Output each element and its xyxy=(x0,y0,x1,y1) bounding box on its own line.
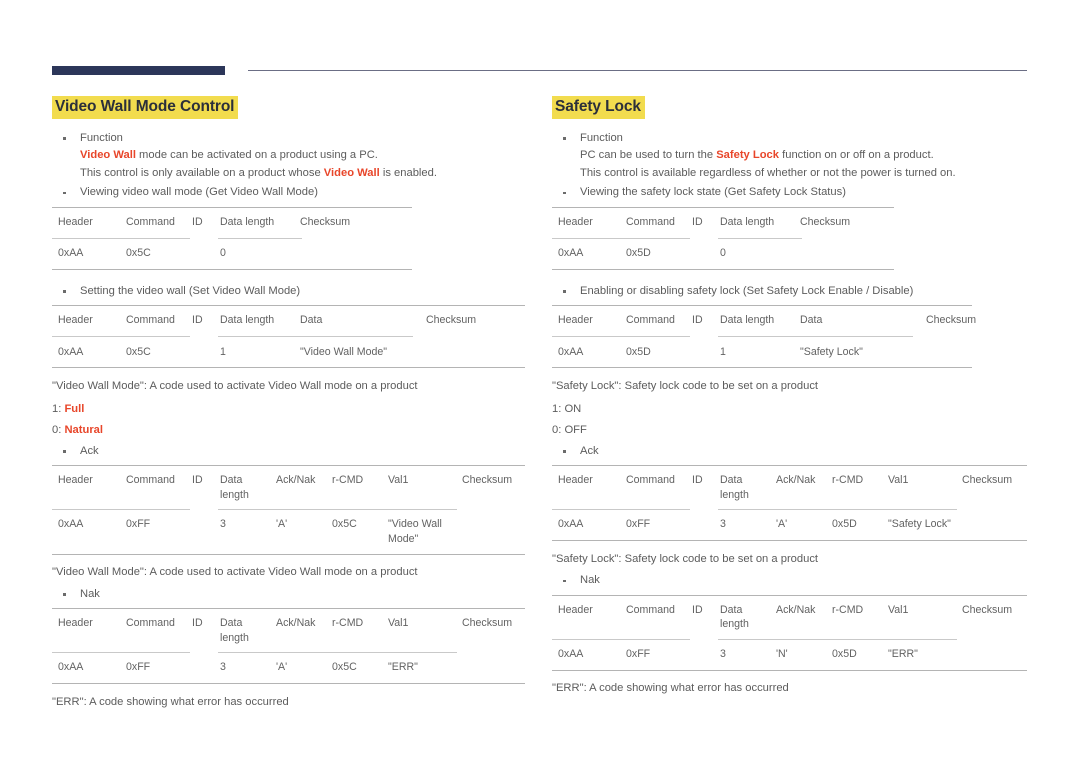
code-entry-natural: 0: Natural xyxy=(52,423,103,436)
bullet-ack-left: Ack xyxy=(52,443,532,461)
table-row: 0xAA 0xFF 3 'A' 0x5C "Video Wall Mode" xyxy=(58,518,442,545)
function-line3-right: This control is available regardless of … xyxy=(580,166,956,179)
table-row: 0xAA 0x5C 0 xyxy=(58,247,226,260)
page-header-rule xyxy=(52,66,1027,75)
table-get-safety-lock: Header Command ID Data length Checksum 0… xyxy=(552,206,894,280)
function-label-left: Function xyxy=(80,131,123,144)
table-nak-right: Header Command ID Data length Ack/Nak r-… xyxy=(552,594,1027,681)
bullet-get-safety-lock-status: Viewing the safety lock state (Get Safet… xyxy=(552,184,1032,202)
bullet-set-safety-lock: Enabling or disabling safety lock (Set S… xyxy=(552,283,1032,301)
document-page: Video Wall Mode Control Function Video W… xyxy=(0,0,1080,763)
table-header-row: Header Command ID Data length Data Check… xyxy=(58,314,477,327)
function-line2-right: PC can be used to turn the Safety Lock f… xyxy=(580,149,934,162)
header-rule-bar xyxy=(52,66,225,75)
note-ack-left: "Video Wall Mode": A code used to activa… xyxy=(52,566,418,579)
table-ack-left: Header Command ID Data length Ack/Nak r-… xyxy=(52,465,525,564)
table-rule-bottom xyxy=(552,669,1027,671)
header-rule-line xyxy=(248,70,1027,71)
table-header-row: Header Command ID Data length Ack/Nak r-… xyxy=(558,603,1013,631)
bullet-set-video-wall-mode: Setting the video wall (Set Video Wall M… xyxy=(52,283,532,301)
function-line3-left: This control is only available on a prod… xyxy=(80,166,437,179)
table-row: 0xAA 0xFF 3 'A' 0x5D "Safety Lock" xyxy=(558,518,951,531)
table-header-row: Header Command ID Data length Checksum xyxy=(558,215,851,228)
note-video-wall-mode-left: "Video Wall Mode": A code used to activa… xyxy=(52,380,418,393)
table-nak-left: Header Command ID Data length Ack/Nak r-… xyxy=(52,608,525,694)
table-header-row: Header Command ID Data length Ack/Nak r-… xyxy=(558,474,1013,501)
table-header-row: Header Command ID Data length Ack/Nak r-… xyxy=(58,617,513,644)
bullet-nak-right: Nak xyxy=(552,572,1032,590)
table-header-row: Header Command ID Data length Checksum xyxy=(58,215,351,228)
table-header-row: Header Command ID Data length Data Check… xyxy=(558,314,977,327)
table-rule-bottom xyxy=(52,268,412,270)
table-row: 0xAA 0x5D 0 xyxy=(558,247,726,260)
function-line2-left: Video Wall mode can be activated on a pr… xyxy=(80,149,378,162)
bullet-nak-left: Nak xyxy=(52,586,532,604)
table-rule-bottom xyxy=(52,683,525,685)
code-entry-on: 1: ON xyxy=(552,402,582,415)
table-set-video-wall-mode: Header Command ID Data length Data Check… xyxy=(52,305,525,378)
table-row: 0xAA 0x5C 1 "Video Wall Mode" xyxy=(58,345,388,358)
code-entry-full: 1: Full xyxy=(52,402,85,415)
page-title-left: Video Wall Mode Control xyxy=(52,96,239,119)
page-title-right: Safety Lock xyxy=(552,96,645,119)
note-ack-right: "Safety Lock": Safety lock code to be se… xyxy=(552,552,819,565)
section-video-wall-mode-control: Video Wall Mode Control Function Video W… xyxy=(52,96,532,711)
table-rule-bottom xyxy=(552,540,1027,542)
code-entry-off: 0: OFF xyxy=(552,423,587,436)
table-row: 0xAA 0xFF 3 'N' 0x5D "ERR" xyxy=(558,647,918,660)
function-label-right: Function xyxy=(580,131,623,144)
table-rule-bottom xyxy=(552,367,972,369)
bullet-function-right: Function PC can be used to turn the Safe… xyxy=(552,130,1032,183)
note-safety-lock-right: "Safety Lock": Safety lock code to be se… xyxy=(552,380,819,393)
note-err-left: "ERR": A code showing what error has occ… xyxy=(52,695,289,708)
table-get-video-wall-mode: Header Command ID Data length Checksum 0… xyxy=(52,206,412,280)
table-row: 0xAA 0x5D 1 "Safety Lock" xyxy=(558,345,863,358)
table-rule-bottom xyxy=(52,367,525,369)
table-rule-bottom xyxy=(552,268,894,270)
bullet-get-video-wall-mode: Viewing video wall mode (Get Video Wall … xyxy=(52,184,532,202)
table-row: 0xAA 0xFF 3 'A' 0x5C "ERR" xyxy=(58,661,418,674)
bullet-function-left: Function Video Wall mode can be activate… xyxy=(52,130,532,183)
table-header-row: Header Command ID Data length Ack/Nak r-… xyxy=(58,474,513,501)
section-safety-lock: Safety Lock Function PC can be used to t… xyxy=(552,96,1032,698)
table-set-safety-lock: Header Command ID Data length Data Check… xyxy=(552,305,977,378)
note-err-right: "ERR": A code showing what error has occ… xyxy=(552,682,789,695)
table-rule-bottom xyxy=(52,554,525,556)
table-ack-right: Header Command ID Data length Ack/Nak r-… xyxy=(552,465,1027,551)
bullet-ack-right: Ack xyxy=(552,443,1032,461)
